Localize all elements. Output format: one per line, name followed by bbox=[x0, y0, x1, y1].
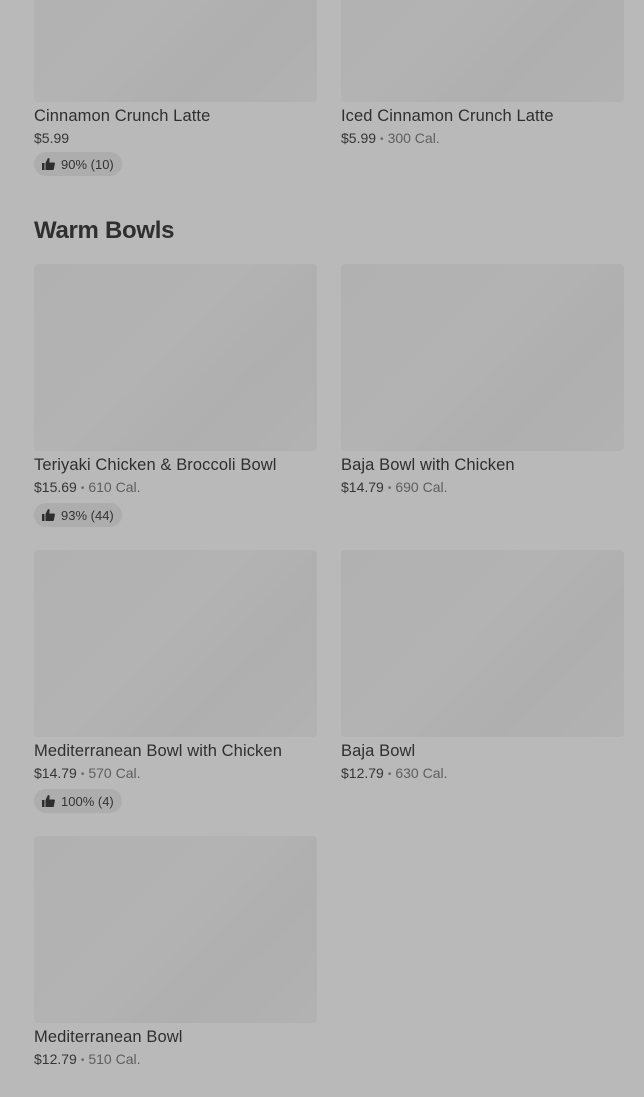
rating-badge: 90% (10) bbox=[34, 152, 122, 176]
menu-item-price: $12.79 bbox=[341, 765, 384, 781]
menu-item-calories: 570 Cal. bbox=[88, 765, 141, 781]
menu-item-meta: $15.69 • 610 Cal. bbox=[34, 478, 317, 498]
section-title: Warm Bowls bbox=[34, 217, 175, 244]
menu-item-card[interactable]: Iced Cinnamon Crunch Latte $5.99 • 300 Cal… bbox=[341, 0, 624, 149]
menu-item-price: $12.79 bbox=[34, 1051, 77, 1067]
meta-separator: • bbox=[80, 1055, 85, 1066]
menu-item-price: $5.99 bbox=[34, 130, 70, 146]
menu-item-price: $14.79 bbox=[34, 765, 77, 781]
meta-separator: • bbox=[387, 769, 392, 780]
meta-separator: • bbox=[80, 769, 85, 780]
meta-separator: • bbox=[380, 134, 384, 145]
menu-item-card[interactable]: Baja Bowl $12.79 • 630 Cal. bbox=[341, 550, 624, 784]
menu-item-calories: 300 Cal. bbox=[387, 130, 440, 146]
menu-item-meta: $5.99 • 300 Cal. bbox=[341, 129, 624, 149]
rating-text: 100% (4) bbox=[61, 793, 114, 809]
menu-item-name: Teriyaki Chicken & Broccoli Bowl bbox=[34, 456, 277, 474]
menu-item-image bbox=[34, 264, 317, 451]
menu-item-image bbox=[34, 0, 317, 102]
menu-item-meta: $14.79 • 570 Cal. bbox=[34, 764, 317, 784]
menu-item-card[interactable]: Baja Bowl with Chicken $14.79 • 690 Cal. bbox=[341, 264, 624, 498]
menu-item-card[interactable]: Cinnamon Crunch Latte $5.99 90% (10) bbox=[34, 0, 317, 176]
menu-item-calories: 610 Cal. bbox=[88, 479, 141, 495]
rating-badge: 100% (4) bbox=[34, 789, 122, 813]
menu-item-calories: 510 Cal. bbox=[88, 1051, 141, 1067]
menu-item-price: $5.99 bbox=[341, 130, 377, 146]
meta-separator: • bbox=[387, 483, 392, 494]
rating-text: 90% (10) bbox=[61, 156, 114, 172]
menu-item-image bbox=[341, 264, 624, 451]
rating-badge: 93% (44) bbox=[34, 503, 122, 527]
thumbs-up-icon bbox=[42, 795, 55, 807]
menu-item-name: Mediterranean Bowl with Chicken bbox=[34, 742, 282, 760]
thumbs-up-icon bbox=[42, 509, 55, 521]
menu-item-name: Baja Bowl with Chicken bbox=[341, 456, 515, 474]
menu-item-card[interactable]: Mediterranean Bowl $12.79 • 510 Cal. bbox=[34, 836, 317, 1070]
rating-text: 93% (44) bbox=[61, 507, 114, 523]
menu-item-card[interactable]: Mediterranean Bowl with Chicken $14.79 • 5… bbox=[34, 550, 317, 813]
thumbs-up-icon bbox=[42, 158, 55, 170]
menu-item-price: $15.69 bbox=[34, 479, 77, 495]
menu-item-image bbox=[34, 550, 317, 737]
meta-separator: • bbox=[80, 483, 85, 494]
menu-item-name: Cinnamon Crunch Latte bbox=[34, 107, 211, 125]
menu-item-calories: 690 Cal. bbox=[395, 479, 448, 495]
menu-item-image bbox=[34, 836, 317, 1023]
menu-item-image bbox=[341, 0, 624, 102]
menu-item-name: Iced Cinnamon Crunch Latte bbox=[341, 107, 554, 125]
menu-item-meta: $14.79 • 690 Cal. bbox=[341, 478, 624, 498]
menu-item-name: Mediterranean Bowl bbox=[34, 1028, 183, 1046]
menu-item-card[interactable]: Teriyaki Chicken & Broccoli Bowl $15.69 •… bbox=[34, 264, 317, 527]
menu-item-name: Baja Bowl bbox=[341, 742, 416, 760]
menu-item-calories: 630 Cal. bbox=[395, 765, 448, 781]
menu-item-meta: $12.79 • 630 Cal. bbox=[341, 764, 624, 784]
menu-item-image bbox=[341, 550, 624, 737]
menu-item-meta: $12.79 • 510 Cal. bbox=[34, 1050, 317, 1070]
menu-item-price: $14.79 bbox=[341, 479, 384, 495]
menu-item-meta: $5.99 bbox=[34, 129, 317, 147]
